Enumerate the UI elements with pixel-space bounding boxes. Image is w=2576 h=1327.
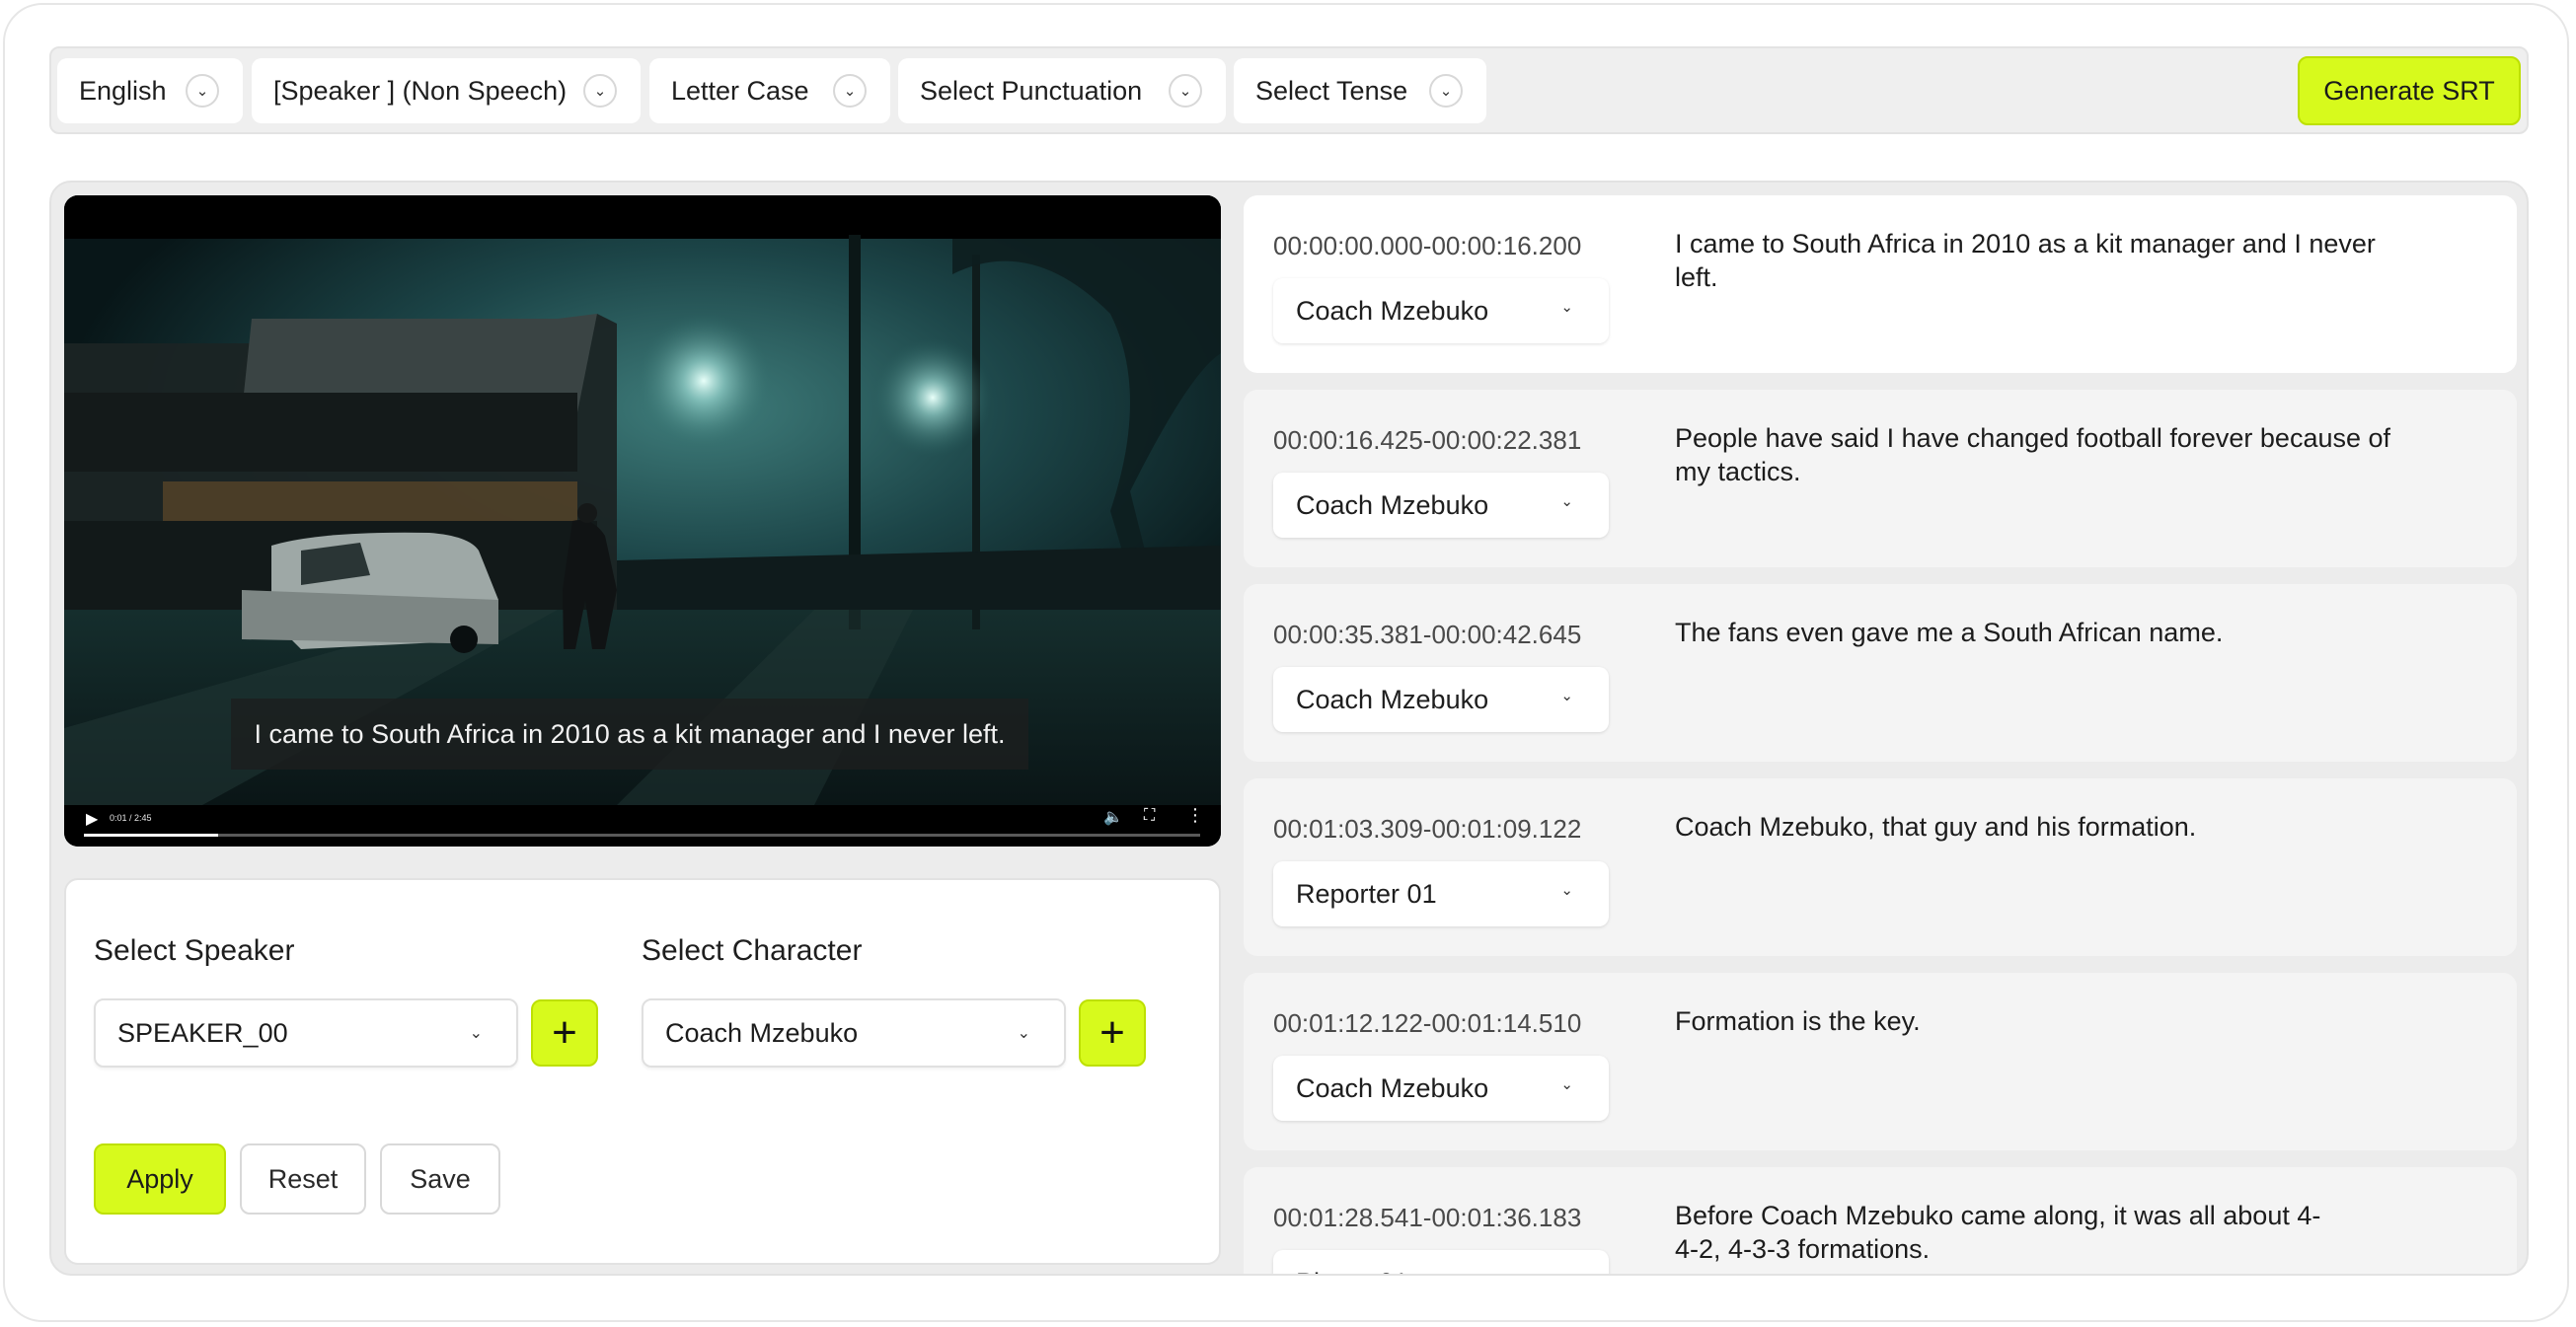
chevron-down-icon: ⌄ xyxy=(1560,688,1573,704)
chevron-down-icon: ⌄ xyxy=(1169,74,1202,108)
segment-text[interactable]: People have said I have changed football… xyxy=(1675,421,2405,488)
segment-timestamp: 00:01:03.309-00:01:09.122 xyxy=(1273,814,1582,844)
segment-text[interactable]: Formation is the key. xyxy=(1675,1004,2425,1038)
select-character-label: Select Character xyxy=(642,934,863,967)
add-speaker-button[interactable]: + xyxy=(531,999,598,1067)
chevron-down-icon: ⌄ xyxy=(1017,1025,1030,1042)
segment-speaker-value: Reporter 01 xyxy=(1296,878,1437,909)
segment-timestamp: 00:00:35.381-00:00:42.645 xyxy=(1273,620,1582,649)
language-select-label: English xyxy=(79,75,167,106)
segment-speaker-select[interactable]: Coach Mzebuko ⌄ xyxy=(1273,473,1609,538)
reset-button[interactable]: Reset xyxy=(240,1143,366,1215)
character-select[interactable]: Coach Mzebuko ⌄ xyxy=(642,998,1066,1068)
transcript-segment[interactable]: 00:01:28.541-00:01:36.183 Player 01 ⌄ Be… xyxy=(1244,1167,2517,1275)
chevron-down-icon: ⌄ xyxy=(833,74,867,108)
video-progress-bar[interactable] xyxy=(84,834,1200,837)
transcript-segment[interactable]: 00:01:12.122-00:01:14.510 Coach Mzebuko … xyxy=(1244,973,2517,1150)
generate-srt-button[interactable]: Generate SRT xyxy=(2298,56,2521,125)
transcript-segment-list[interactable]: 00:00:00.000-00:00:16.200 Coach Mzebuko … xyxy=(1244,195,2517,1275)
segment-speaker-select[interactable]: Coach Mzebuko ⌄ xyxy=(1273,667,1609,732)
letter-case-select[interactable]: Letter Case ⌄ xyxy=(649,58,890,123)
punctuation-select-label: Select Punctuation xyxy=(920,75,1143,106)
transcript-segment[interactable]: 00:00:00.000-00:00:16.200 Coach Mzebuko … xyxy=(1244,195,2517,373)
segment-speaker-select[interactable]: Player 01 ⌄ xyxy=(1273,1250,1609,1275)
segment-text[interactable]: Coach Mzebuko, that guy and his formatio… xyxy=(1675,810,2425,844)
video-time: 0:01 / 2:45 xyxy=(110,813,152,823)
segment-speaker-value: Coach Mzebuko xyxy=(1296,295,1489,326)
segment-text[interactable]: The fans even gave me a South African na… xyxy=(1675,616,2425,649)
segment-timestamp: 00:00:00.000-00:00:16.200 xyxy=(1273,231,1582,260)
main-panel: I came to South Africa in 2010 as a kit … xyxy=(49,181,2529,1276)
character-select-value: Coach Mzebuko xyxy=(665,1017,859,1048)
apply-button[interactable]: Apply xyxy=(94,1143,226,1215)
segment-speaker-value: Coach Mzebuko xyxy=(1296,1072,1489,1103)
speaker-select[interactable]: SPEAKER_00 ⌄ xyxy=(94,998,518,1068)
chevron-down-icon: ⌄ xyxy=(469,1025,483,1042)
volume-icon[interactable]: 🔈 xyxy=(1103,807,1123,827)
segment-speaker-value: Coach Mzebuko xyxy=(1296,684,1489,714)
punctuation-select[interactable]: Select Punctuation ⌄ xyxy=(898,58,1226,123)
segment-speaker-select[interactable]: Coach Mzebuko ⌄ xyxy=(1273,1056,1609,1121)
speaker-tag-select[interactable]: [Speaker ] (Non Speech) ⌄ xyxy=(252,58,641,123)
transcript-segment[interactable]: 00:01:03.309-00:01:09.122 Reporter 01 ⌄ … xyxy=(1244,778,2517,956)
segment-timestamp: 00:01:28.541-00:01:36.183 xyxy=(1273,1203,1582,1232)
speaker-assignment-card: Select Speaker SPEAKER_00 ⌄ + Select Cha… xyxy=(64,878,1221,1265)
transcript-segment[interactable]: 00:00:16.425-00:00:22.381 Coach Mzebuko … xyxy=(1244,390,2517,567)
chevron-down-icon: ⌄ xyxy=(1560,299,1573,316)
tense-select[interactable]: Select Tense ⌄ xyxy=(1234,58,1486,123)
segment-timestamp: 00:00:16.425-00:00:22.381 xyxy=(1273,425,1582,455)
chevron-down-icon: ⌄ xyxy=(1429,74,1463,108)
segment-speaker-select[interactable]: Coach Mzebuko ⌄ xyxy=(1273,278,1609,343)
segment-timestamp: 00:01:12.122-00:01:14.510 xyxy=(1273,1008,1582,1038)
transcript-segment[interactable]: 00:00:35.381-00:00:42.645 Coach Mzebuko … xyxy=(1244,584,2517,762)
video-player[interactable]: I came to South Africa in 2010 as a kit … xyxy=(64,195,1221,847)
video-progress-fill xyxy=(84,834,218,837)
segment-speaker-value: Player 01 xyxy=(1296,1268,1408,1275)
language-select[interactable]: English ⌄ xyxy=(57,58,243,123)
more-options-icon[interactable]: ⋮ xyxy=(1186,805,1204,826)
speaker-select-value: SPEAKER_00 xyxy=(117,1017,288,1048)
video-caption: I came to South Africa in 2010 as a kit … xyxy=(231,699,1028,770)
segment-speaker-select[interactable]: Reporter 01 ⌄ xyxy=(1273,861,1609,926)
chevron-down-icon: ⌄ xyxy=(1560,882,1573,899)
segment-text[interactable]: I came to South Africa in 2010 as a kit … xyxy=(1675,227,2425,294)
chevron-down-icon: ⌄ xyxy=(1560,1270,1573,1274)
fullscreen-icon[interactable]: ⛶ xyxy=(1144,807,1155,825)
video-controls: ▶ 0:01 / 2:45 🔈 ⛶ ⋮ xyxy=(64,797,1221,847)
add-character-button[interactable]: + xyxy=(1079,999,1146,1067)
save-button[interactable]: Save xyxy=(380,1143,500,1215)
letter-case-select-label: Letter Case xyxy=(671,75,809,106)
select-speaker-label: Select Speaker xyxy=(94,934,295,967)
segment-speaker-value: Coach Mzebuko xyxy=(1296,489,1489,520)
play-icon[interactable]: ▶ xyxy=(86,809,98,829)
tense-select-label: Select Tense xyxy=(1255,75,1408,106)
chevron-down-icon: ⌄ xyxy=(1560,493,1573,510)
speaker-tag-select-label: [Speaker ] (Non Speech) xyxy=(273,75,568,106)
chevron-down-icon: ⌄ xyxy=(583,74,617,108)
chevron-down-icon: ⌄ xyxy=(186,74,219,108)
chevron-down-icon: ⌄ xyxy=(1560,1076,1573,1093)
toolbar: English ⌄ [Speaker ] (Non Speech) ⌄ Lett… xyxy=(49,46,2529,134)
segment-text[interactable]: Before Coach Mzebuko came along, it was … xyxy=(1675,1199,2326,1266)
